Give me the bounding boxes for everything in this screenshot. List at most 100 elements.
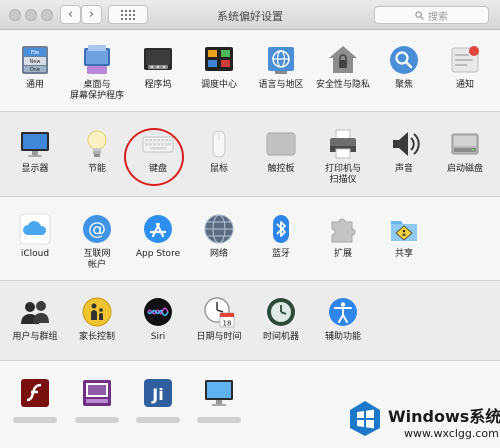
siri-icon (142, 296, 174, 328)
accessibility-icon (327, 296, 359, 328)
label-general: 通用 (25, 80, 44, 90)
icloud-icon (19, 213, 51, 245)
globe-flag-icon (265, 44, 297, 76)
label-bluetooth: 蓝牙 (271, 249, 290, 259)
label-accessibility: 辅助功能 (324, 332, 361, 342)
notifications-icon (449, 44, 481, 76)
pref-date-time[interactable]: 18 日期与时间 (188, 296, 250, 343)
blurred-label (136, 417, 180, 423)
label-siri: Siri (150, 332, 166, 342)
search-placeholder: 搜索 (428, 11, 448, 23)
pref-language-region[interactable]: 语言与地区 (250, 44, 312, 91)
time-machine-icon (265, 296, 297, 328)
system-section: 用户与群组 家长控制 Siri 18 日期与时间 时间机器 辅助功能 (0, 281, 500, 361)
pref-app-store[interactable]: App Store (127, 213, 189, 260)
label-mouse: 鼠标 (209, 164, 228, 174)
general-file-label: File (31, 50, 39, 56)
keyboard-highlight-circle (124, 128, 184, 186)
java-icon: Ji (142, 377, 174, 409)
pref-general[interactable]: File New One 通用 (4, 44, 66, 91)
app-window-icon (81, 377, 113, 409)
internet-section: iCloud @ 互联网 帐户 App Store 网络 蓝牙 扩展 共享 (0, 197, 500, 281)
pref-third-party-app[interactable] (66, 377, 128, 423)
display-icon (19, 128, 51, 160)
pref-accessibility[interactable]: 辅助功能 (312, 296, 374, 343)
pref-mouse[interactable]: 鼠标 (188, 128, 250, 175)
pref-extensions[interactable]: 扩展 (312, 213, 374, 260)
spotlight-icon (388, 44, 420, 76)
general-one-label: One (30, 67, 40, 73)
pref-notifications[interactable]: 通知 (434, 44, 496, 91)
label-network: 网络 (209, 249, 228, 259)
label-time-machine: 时间机器 (262, 332, 299, 342)
pref-java[interactable]: Ji (127, 377, 189, 423)
label-spotlight: 聚焦 (394, 80, 413, 90)
pref-time-machine[interactable]: 时间机器 (250, 296, 312, 343)
blurred-label (197, 417, 241, 423)
mission-control-icon (203, 44, 235, 76)
hardware-section: 显示器 节能 键盘 鼠标 触控板 打印机与 扫描仪 声音 启动磁盘 (0, 112, 500, 197)
pref-trackpad[interactable]: 触控板 (250, 128, 312, 175)
calendar-day-label: 18 (223, 320, 232, 328)
monitor-icon (203, 377, 235, 409)
pref-desktop-screensaver[interactable]: 桌面与 屏幕保护程序 (66, 44, 128, 102)
personal-section: File New One 通用 桌面与 屏幕保护程序 程序坞 调度中心 语言与地区 … (0, 30, 500, 112)
windows-logo-watermark (350, 401, 380, 436)
label-users-groups: 用户与群组 (12, 332, 58, 342)
at-sign-icon: @ (81, 213, 113, 245)
label-language-region: 语言与地区 (258, 80, 304, 90)
flash-player-icon (19, 377, 51, 409)
pref-startup-disk[interactable]: 启动磁盘 (434, 128, 496, 175)
watermark-title: Windows系统城 (388, 407, 500, 426)
pref-siri[interactable]: Siri (127, 296, 189, 343)
hard-disk-icon (449, 128, 481, 160)
pref-energy-saver[interactable]: 节能 (66, 128, 128, 175)
pref-bluetooth[interactable]: 蓝牙 (250, 213, 312, 260)
pref-security-privacy[interactable]: 安全性与隐私 (312, 44, 374, 91)
svg-text:@: @ (88, 219, 106, 240)
dock-icon (142, 44, 174, 76)
general-new-label: New (30, 59, 41, 65)
pref-mission-control[interactable]: 调度中心 (188, 44, 250, 91)
label-app-store: App Store (135, 249, 181, 259)
pref-displays[interactable]: 显示器 (4, 128, 66, 175)
label-printers-scanners: 打印机与 扫描仪 (324, 164, 361, 185)
search-field[interactable]: 搜索 (374, 6, 489, 24)
pref-network[interactable]: 网络 (188, 213, 250, 260)
pref-printers-scanners[interactable]: 打印机与 扫描仪 (312, 128, 374, 186)
network-globe-icon (203, 213, 235, 245)
svg-text:Ji: Ji (151, 385, 163, 404)
label-extensions: 扩展 (333, 249, 352, 259)
app-store-icon (142, 213, 174, 245)
pref-parental-controls[interactable]: 家长控制 (66, 296, 128, 343)
pref-display-tool[interactable] (188, 377, 250, 423)
label-parental-controls: 家长控制 (78, 332, 115, 342)
pref-users-groups[interactable]: 用户与群组 (4, 296, 66, 343)
label-sound: 声音 (394, 164, 413, 174)
pref-icloud[interactable]: iCloud (4, 213, 66, 260)
parental-controls-icon (81, 296, 113, 328)
title-bar: ‹ › 系统偏好设置 搜索 (0, 0, 500, 30)
label-dock: 程序坞 (144, 80, 172, 90)
speaker-icon (388, 128, 420, 160)
pref-flash-player[interactable] (4, 377, 66, 423)
mouse-icon (203, 128, 235, 160)
label-icloud: iCloud (20, 249, 50, 259)
clock-calendar-icon: 18 (203, 296, 235, 328)
pref-sound[interactable]: 声音 (373, 128, 435, 175)
users-icon (19, 296, 51, 328)
desktop-icon (81, 44, 113, 76)
bluetooth-icon (265, 213, 297, 245)
label-notifications: 通知 (455, 80, 474, 90)
pref-internet-accounts[interactable]: @ 互联网 帐户 (66, 213, 128, 271)
pref-dock[interactable]: 程序坞 (127, 44, 189, 91)
pref-sharing[interactable]: 共享 (373, 213, 435, 260)
pref-spotlight[interactable]: 聚焦 (373, 44, 435, 91)
blurred-label (13, 417, 57, 423)
label-internet-accounts: 互联网 帐户 (83, 249, 111, 270)
puzzle-piece-icon (327, 213, 359, 245)
sharing-folder-icon (388, 213, 420, 245)
lightbulb-icon (81, 128, 113, 160)
trackpad-icon (265, 128, 297, 160)
general-icon: File New One (19, 44, 51, 76)
